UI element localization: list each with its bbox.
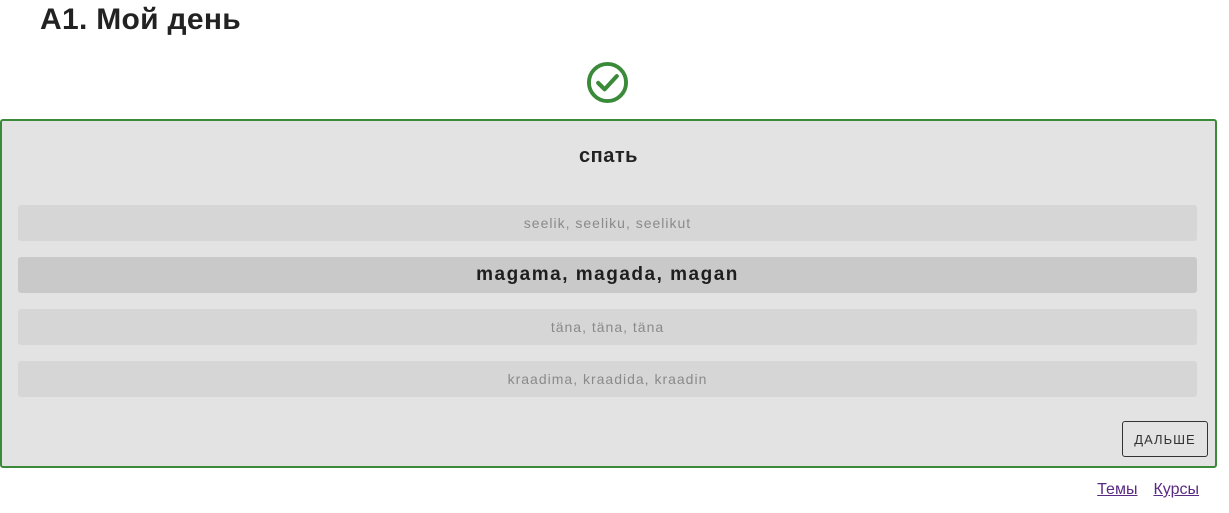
topics-link[interactable]: Темы (1097, 481, 1137, 499)
next-button[interactable]: ДАЛЬШЕ (1122, 421, 1208, 457)
answer-option[interactable]: kraadima, kraadida, kraadin (18, 361, 1197, 397)
answer-option[interactable]: seelik, seeliku, seelikut (18, 205, 1197, 241)
quiz-card: спать seelik, seeliku, seelikut magama, … (0, 119, 1217, 468)
page: A1. Мой день спать seelik, seeliku, seel… (0, 0, 1229, 513)
footer-links: Темы Курсы (1097, 481, 1199, 499)
courses-link[interactable]: Курсы (1153, 481, 1199, 499)
answer-option-selected[interactable]: magama, magada, magan (18, 257, 1197, 293)
page-title: A1. Мой день (40, 3, 242, 36)
check-circle-icon (586, 61, 629, 104)
answer-option[interactable]: täna, täna, täna (18, 309, 1197, 345)
question-word: спать (579, 145, 638, 167)
